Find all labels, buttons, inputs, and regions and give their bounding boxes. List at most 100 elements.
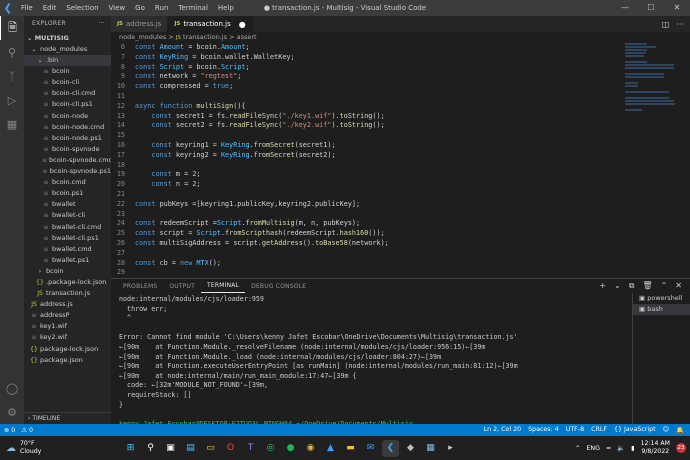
tree-item[interactable]: › bcoin — [24, 266, 111, 277]
code-line[interactable]: 15 — [111, 131, 621, 141]
workspace-root[interactable]: ⌄ MULTISIG — [24, 32, 111, 44]
terminal-item-bash[interactable]: ▣ bash — [633, 304, 690, 315]
code-line[interactable]: 13 const secret1 = fs.readFileSync("./ke… — [111, 112, 621, 122]
code-line[interactable]: 16 const keyring1 = KeyRing.fromSecret(s… — [111, 141, 621, 151]
app-icon[interactable]: ◆ — [402, 440, 419, 457]
photos-icon[interactable]: ▲ — [322, 440, 339, 457]
folder-icon[interactable]: ▬ — [342, 440, 359, 457]
tab-address-js[interactable]: JS address.js — [111, 16, 169, 32]
menu-edit[interactable]: Edit — [38, 4, 62, 12]
file-explorer-icon[interactable]: ▭ — [202, 440, 219, 457]
search-icon[interactable]: ⚲ — [0, 40, 24, 64]
unsaved-dot-icon[interactable]: ● — [239, 20, 246, 29]
tree-item[interactable]: ≡ bcoin.cmd — [24, 177, 111, 188]
chrome-icon[interactable]: ◉ — [302, 440, 319, 457]
code-line[interactable]: 21 — [111, 190, 621, 200]
tree-item[interactable]: ⌄ node_modules — [24, 44, 111, 55]
terminal-item-powershell[interactable]: ▣ powershell — [633, 293, 690, 304]
extensions-icon[interactable]: ▦ — [0, 112, 24, 136]
code-line[interactable]: 10 const compressed = true; — [111, 82, 621, 92]
code-line[interactable]: 23 — [111, 210, 621, 220]
code-line[interactable]: 11 — [111, 92, 621, 102]
tab-transaction-js[interactable]: JS transaction.js ● — [168, 16, 253, 32]
code-line[interactable]: 26 const multiSigAddress = script.getAddr… — [111, 239, 621, 249]
tree-item[interactable]: ≡ bcoin-node.cmd — [24, 122, 111, 133]
split-editor-icon[interactable]: ◫ — [662, 20, 670, 29]
close-panel-icon[interactable]: ✕ — [675, 281, 682, 291]
tab-output[interactable]: OUTPUT — [163, 283, 201, 293]
minimize-button[interactable]: — — [612, 0, 638, 16]
editor-scrollbar[interactable] — [682, 43, 690, 273]
tree-item[interactable]: JS transaction.js — [24, 288, 111, 299]
breadcrumb-item[interactable]: assert — [237, 33, 257, 41]
terminal-output[interactable]: node:internal/modules/cjs/loader:959 thr… — [119, 295, 629, 439]
code-line[interactable]: 24 const redeemScript =Script.fromMultisi… — [111, 219, 621, 229]
terminal-icon[interactable]: ▸ — [442, 440, 459, 457]
code-editor[interactable]: 6 const Amount = bcoin.Amount; 7 const KeyR… — [111, 43, 621, 278]
whatsapp-icon[interactable]: ◎ — [262, 440, 279, 457]
windows-start-icon[interactable]: ⊞ — [122, 440, 139, 457]
end-of-line[interactable]: CRLF — [591, 426, 607, 434]
terminal-dropdown-icon[interactable]: ⌄ — [614, 281, 621, 291]
warnings-status[interactable]: ⚠ 0 — [21, 427, 33, 434]
vscode-icon[interactable]: ❮ — [382, 439, 399, 457]
code-line[interactable]: 19 const m = 2; — [111, 170, 621, 180]
teams-icon[interactable]: T — [242, 440, 259, 457]
code-line[interactable]: 7 const KeyRing = bcoin.wallet.WalletKey; — [111, 53, 621, 63]
new-terminal-icon[interactable]: + — [599, 281, 606, 291]
menu-help[interactable]: Help — [213, 4, 239, 12]
feedback-icon[interactable]: ☺ — [663, 426, 670, 434]
spotify-icon[interactable]: ● — [282, 440, 299, 457]
files-icon[interactable]: 🗎 — [0, 16, 24, 40]
code-line[interactable]: 9 const network = "regtest"; — [111, 72, 621, 82]
wifi-icon[interactable]: ≈ — [606, 445, 611, 452]
language-mode[interactable]: {} JavaScript — [614, 426, 656, 434]
tree-item[interactable]: ≡ bwallet-cli.ps1 — [24, 233, 111, 244]
tree-item[interactable]: ≡ bcoin-cli — [24, 77, 111, 88]
notification-badge[interactable]: 23 — [676, 443, 686, 453]
code-line[interactable]: 20 const n = 2; — [111, 180, 621, 190]
tree-item[interactable]: JS address.js — [24, 299, 111, 310]
widgets-icon[interactable]: ▤ — [182, 440, 199, 457]
indentation[interactable]: Spaces: 4 — [528, 426, 559, 434]
code-line[interactable]: 27 — [111, 249, 621, 259]
tree-item[interactable]: ≡ bwallet.ps1 — [24, 255, 111, 266]
breadcrumb-item[interactable]: node_modules — [119, 33, 166, 41]
code-line[interactable]: 18 — [111, 161, 621, 171]
tree-item[interactable]: ≡ bcoin-node.ps1 — [24, 133, 111, 144]
tree-item[interactable]: ⌄ .bin — [24, 55, 111, 67]
timeline-section[interactable]: › TIMELINE — [24, 412, 111, 424]
code-line[interactable]: 14 const secret2 = fs.readFileSync("./ke… — [111, 121, 621, 131]
tab-problems[interactable]: PROBLEMS — [117, 283, 163, 293]
tray-overflow-icon[interactable]: ⌃ — [575, 445, 580, 452]
tree-item[interactable]: ≡ bcoin-spvnode.ps1 — [24, 166, 111, 177]
code-line[interactable]: 8 const Script = bcoin.Script; — [111, 63, 621, 73]
language-indicator[interactable]: ENG — [586, 445, 600, 452]
tree-item[interactable]: ≡ bcoin-cli.cmd — [24, 88, 111, 99]
code-line[interactable]: 25 const script = Script.fromScripthash(r… — [111, 229, 621, 239]
menu-view[interactable]: View — [104, 4, 131, 12]
tree-item[interactable]: {} package.json — [24, 355, 111, 366]
tree-item[interactable]: ≡ bwallet — [24, 199, 111, 210]
more-actions-icon[interactable]: ··· — [676, 20, 684, 29]
tree-item[interactable]: ≡ bwallet.cmd — [24, 244, 111, 255]
tree-item[interactable]: {} package-lock.json — [24, 344, 111, 355]
tree-item[interactable]: ≡ key1.wif — [24, 321, 111, 332]
close-button[interactable]: ✕ — [664, 0, 690, 16]
settings-gear-icon[interactable]: ⚙ — [0, 400, 24, 424]
minimap[interactable] — [625, 43, 680, 111]
encoding[interactable]: UTF-8 — [566, 426, 584, 434]
tree-item[interactable]: ≡ bcoin-node — [24, 111, 111, 122]
notifications-icon[interactable]: 🔔 — [676, 426, 684, 434]
maximize-panel-icon[interactable]: ⌃ — [661, 281, 668, 291]
search-icon[interactable]: ⚲ — [142, 440, 159, 457]
code-line[interactable]: 28 const cb = new MTX(); — [111, 259, 621, 269]
kill-terminal-icon[interactable]: 🗑 — [642, 281, 652, 291]
tree-item[interactable]: ≡ bcoin — [24, 66, 111, 77]
tree-item[interactable]: ≡ bwallet-cli — [24, 210, 111, 221]
more-actions-button[interactable]: ··· — [98, 16, 105, 32]
volume-icon[interactable]: 🔈 — [617, 444, 625, 452]
code-line[interactable]: 12 async function multiSign(){ — [111, 102, 621, 112]
office-icon[interactable]: O — [222, 440, 239, 457]
menu-run[interactable]: Run — [150, 4, 173, 12]
